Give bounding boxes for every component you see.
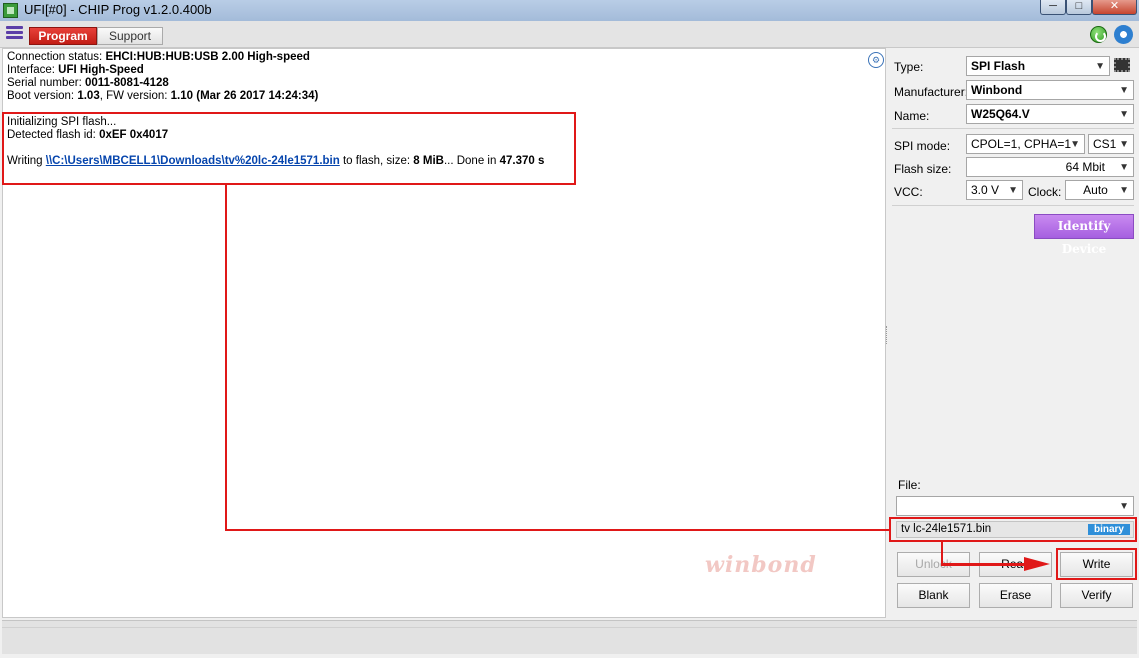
flash-size-label: Flash size: xyxy=(894,162,952,176)
flash-size-select-value: 64 Mbit xyxy=(1065,160,1105,174)
manufacturer-select[interactable]: Winbond ▼ xyxy=(966,80,1134,100)
app-window: UFI[#0] - CHIP Prog v1.2.0.400b ─ □ ✕ Pr… xyxy=(0,0,1139,658)
log-boot-value: 1.03 xyxy=(77,90,100,102)
divider xyxy=(892,128,1134,129)
log-serial-line: Serial number: 0011-8081-4128 xyxy=(7,77,169,89)
cs-select-value: CS1 xyxy=(1093,137,1117,151)
manufacturer-label: Manufacturer: xyxy=(894,85,969,99)
tab-program[interactable]: Program xyxy=(29,27,97,45)
log-interface-label: Interface: xyxy=(7,64,59,76)
divider xyxy=(892,205,1134,206)
log-serial-value: 0011-8081-4128 xyxy=(84,77,169,89)
chevron-down-icon: ▼ xyxy=(1095,61,1105,72)
type-label: Type: xyxy=(894,60,924,74)
verify-button[interactable]: Verify xyxy=(1060,583,1133,608)
log-boot-label: Boot version: xyxy=(7,90,78,102)
log-options-icon[interactable]: ⚙ xyxy=(868,52,884,68)
hamburger-menu-icon[interactable] xyxy=(6,26,23,43)
annotation-file-highlight xyxy=(889,517,1137,542)
manufacturer-select-value: Winbond xyxy=(971,83,1023,97)
log-interface-value: UFI High-Speed xyxy=(58,64,144,76)
app-chip-icon xyxy=(3,3,18,18)
annotation-write-highlight xyxy=(1056,548,1137,580)
cs-select[interactable]: CS1 ▼ xyxy=(1088,134,1134,154)
log-fw-label: , FW version: xyxy=(99,90,171,102)
log-connection-value: EHCI:HUB:HUB:USB 2.00 High-speed xyxy=(105,51,310,63)
name-label: Name: xyxy=(894,109,930,123)
flash-size-select[interactable]: 64 Mbit ▼ xyxy=(966,157,1134,177)
erase-button[interactable]: Erase xyxy=(979,583,1052,608)
chevron-down-icon: ▼ xyxy=(1119,85,1129,96)
window-title: UFI[#0] - CHIP Prog v1.2.0.400b xyxy=(24,2,212,17)
name-select-value: W25Q64.V xyxy=(971,107,1030,121)
chevron-down-icon: ▼ xyxy=(1119,185,1129,196)
type-select[interactable]: SPI Flash ▼ xyxy=(966,56,1110,76)
annotation-log-highlight xyxy=(2,112,576,185)
spi-mode-label: SPI mode: xyxy=(894,139,951,153)
vcc-select-value: 3.0 V xyxy=(971,183,1000,197)
file-label: File: xyxy=(898,478,921,492)
vcc-select[interactable]: 3.0 V ▼ xyxy=(966,180,1023,200)
chevron-down-icon: ▼ xyxy=(1008,185,1018,196)
clock-select-value: Auto xyxy=(1083,183,1108,197)
clock-label: Clock: xyxy=(1028,185,1062,199)
gear-icon[interactable] xyxy=(1114,25,1133,44)
chevron-down-icon: ▼ xyxy=(1119,501,1129,512)
blank-button[interactable]: Blank xyxy=(897,583,970,608)
type-select-value: SPI Flash xyxy=(971,59,1026,73)
annotation-arrow-shaft xyxy=(941,563,1027,566)
file-select[interactable]: ▼ xyxy=(896,496,1134,516)
log-connection-label: Connection status: xyxy=(7,51,106,63)
annotation-arrowhead xyxy=(1024,557,1050,571)
toolbar: Program Support xyxy=(0,21,1139,48)
close-button[interactable]: ✕ xyxy=(1092,0,1137,15)
annotation-arrow-stem xyxy=(941,542,943,565)
identify-device-button[interactable]: Identify Device xyxy=(1034,214,1134,256)
log-serial-label: Serial number: xyxy=(7,77,85,89)
annotation-connector-horizontal xyxy=(225,529,890,531)
log-fw-value: 1.10 (Mar 26 2017 14:24:34) xyxy=(170,90,319,102)
log-interface-line: Interface: UFI High-Speed xyxy=(7,64,144,76)
tab-support[interactable]: Support xyxy=(97,27,163,45)
log-connection-line: Connection status: EHCI:HUB:HUB:USB 2.00… xyxy=(7,51,310,63)
maximize-button[interactable]: □ xyxy=(1066,0,1092,15)
chevron-down-icon: ▼ xyxy=(1070,139,1080,150)
name-select[interactable]: W25Q64.V ▼ xyxy=(966,104,1134,124)
chevron-down-icon: ▼ xyxy=(1119,162,1129,173)
annotation-connector-vertical xyxy=(225,184,227,531)
status-bar xyxy=(2,620,1137,654)
spi-mode-select-value: CPOL=1, CPHA=1 xyxy=(971,137,1072,151)
log-version-line: Boot version: 1.03, FW version: 1.10 (Ma… xyxy=(7,90,318,102)
vcc-label: VCC: xyxy=(894,185,923,199)
spi-mode-select[interactable]: CPOL=1, CPHA=1 ▼ xyxy=(966,134,1085,154)
minimize-button[interactable]: ─ xyxy=(1040,0,1066,15)
winbond-watermark: winbond xyxy=(705,552,817,578)
clock-select[interactable]: Auto ▼ xyxy=(1065,180,1134,200)
chevron-down-icon: ▼ xyxy=(1119,139,1129,150)
chip-icon[interactable] xyxy=(1114,58,1130,72)
chevron-down-icon: ▼ xyxy=(1119,109,1129,120)
title-bar: UFI[#0] - CHIP Prog v1.2.0.400b ─ □ ✕ xyxy=(0,0,1139,21)
refresh-icon[interactable] xyxy=(1090,26,1107,43)
